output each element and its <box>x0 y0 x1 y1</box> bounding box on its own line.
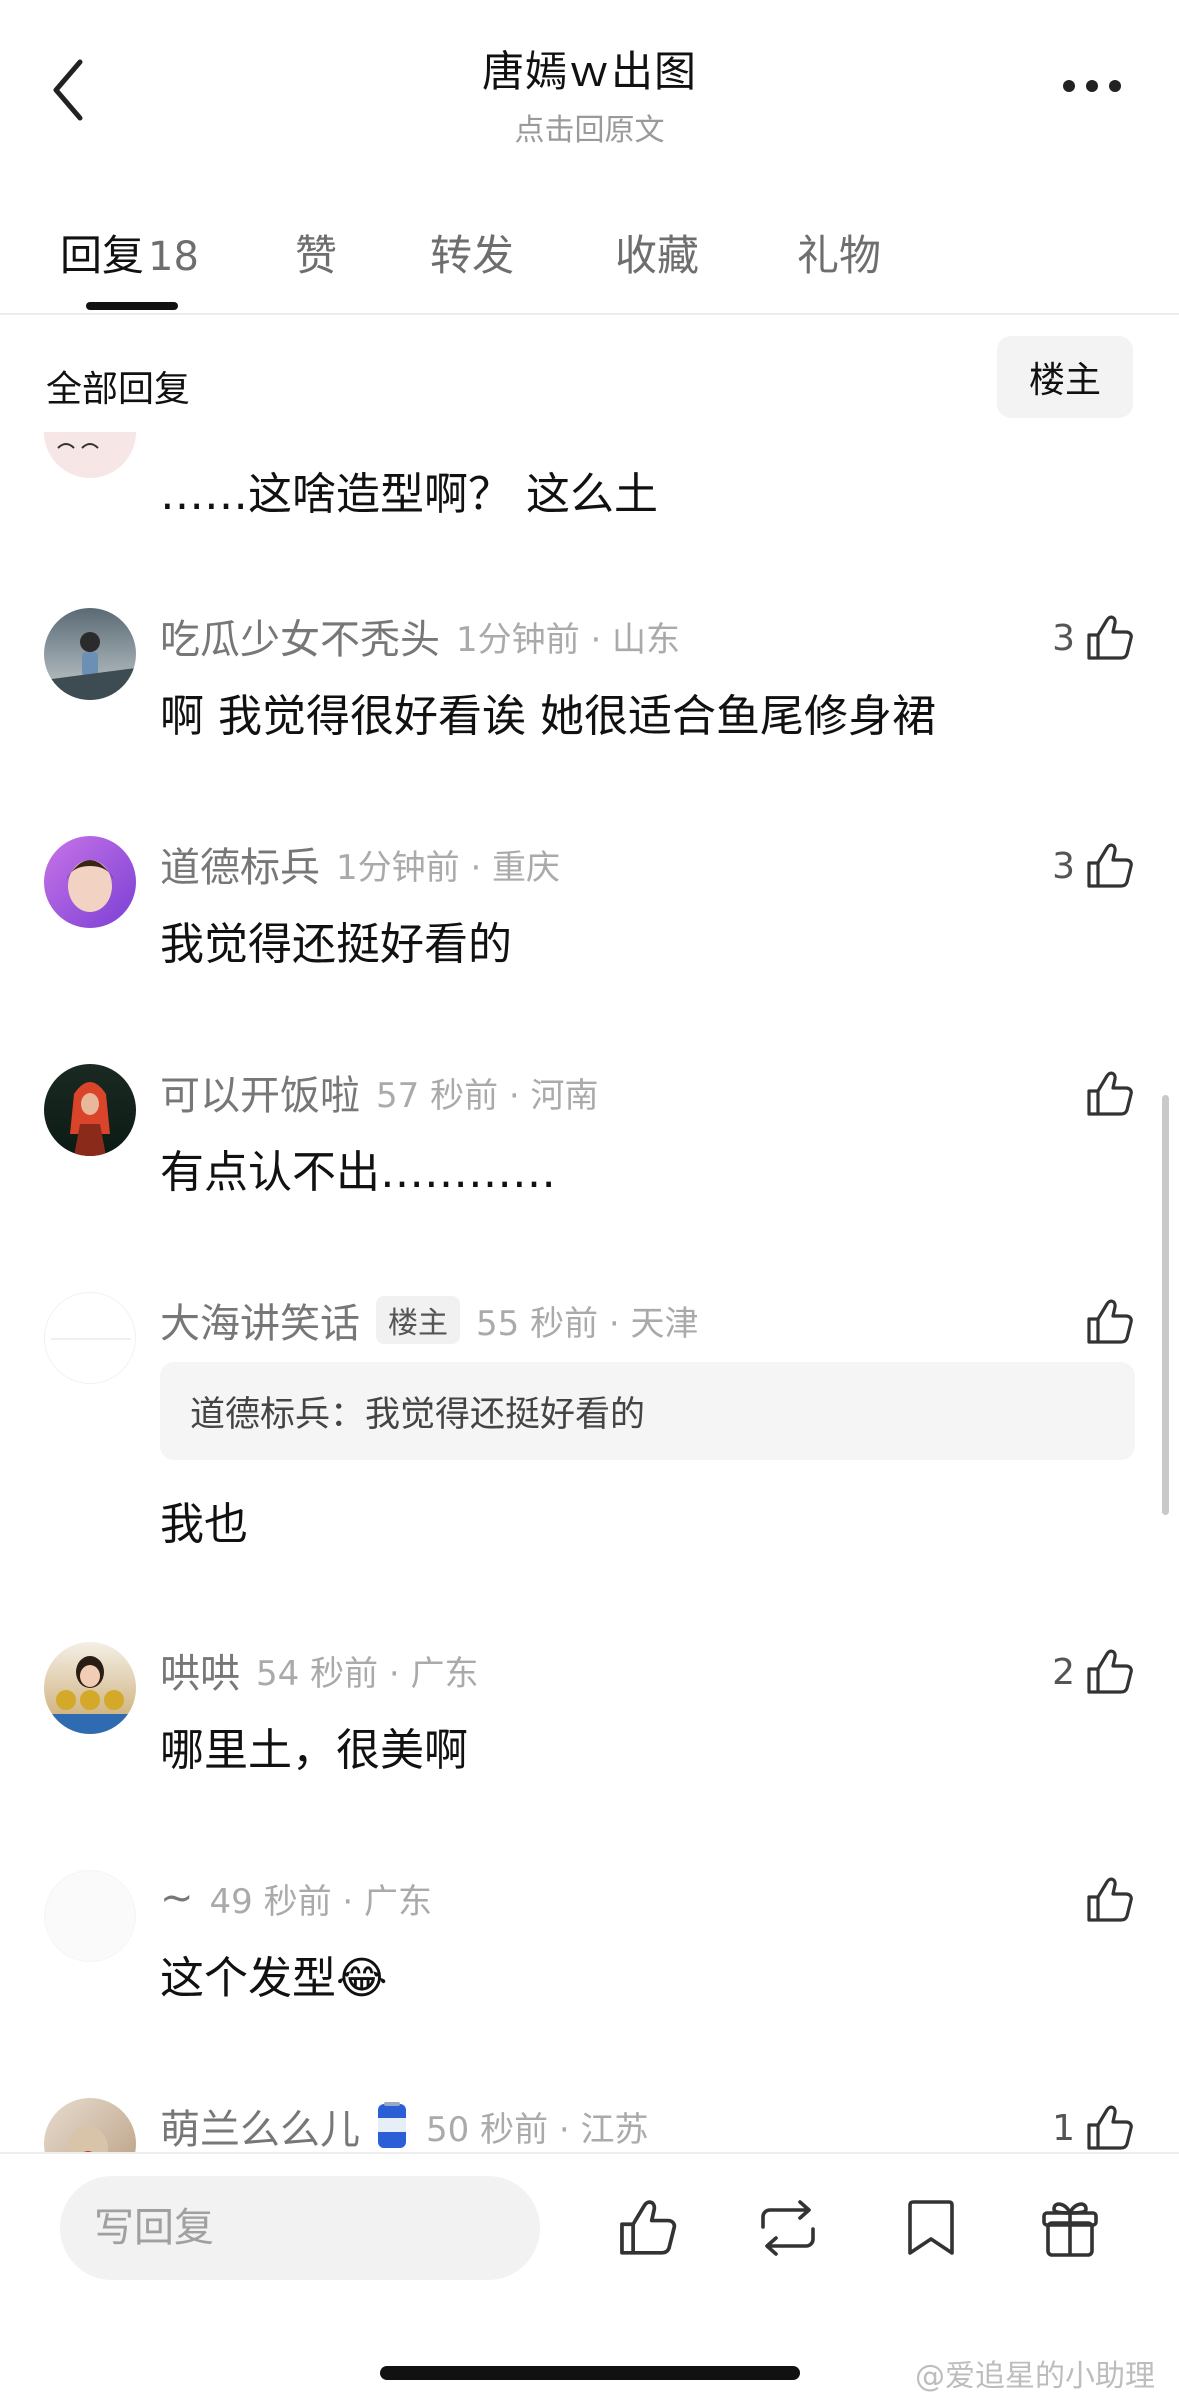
like-button[interactable]: 1 <box>1052 2098 1135 2152</box>
more-options-button[interactable] <box>1057 66 1127 106</box>
comment-text: ……这啥造型啊？ 这么土 <box>160 469 658 520</box>
scrollbar[interactable] <box>1162 1095 1169 1515</box>
thumbs-up-icon <box>1087 1299 1133 1344</box>
gift-icon <box>1042 2202 1098 2257</box>
owner-badge: 楼主 <box>376 1296 460 1344</box>
avatar[interactable] <box>44 432 136 478</box>
timestamp-location: 49 秒前 · 广东 <box>209 1881 433 1922</box>
comment-meta: 大海讲笑话 楼主 55 秒前 · 天津 <box>160 1292 699 1348</box>
can-badge-icon <box>378 2102 406 2148</box>
comment-text: 哪里土，很美啊 <box>160 1725 468 1776</box>
thumbs-up-icon <box>1087 1877 1133 1922</box>
comment-text: 有点认不出………… <box>160 1147 556 1198</box>
comment-text: 这个发型😂 <box>160 1953 388 2004</box>
tab-likes[interactable]: 赞 <box>295 222 337 283</box>
avatar[interactable] <box>44 2098 136 2152</box>
home-indicator[interactable] <box>380 2366 800 2380</box>
repost-button[interactable] <box>752 2192 824 2264</box>
avatar[interactable] <box>44 1642 136 1734</box>
avatar[interactable] <box>44 1064 136 1156</box>
avatar[interactable] <box>44 1292 136 1384</box>
dot-icon <box>1063 80 1075 92</box>
repost-icon <box>761 2200 815 2256</box>
timestamp-location: 1分钟前 · 重庆 <box>336 847 561 888</box>
timestamp-location: 55 秒前 · 天津 <box>476 1303 699 1344</box>
filter-row: 全部回复 楼主 <box>0 336 1179 432</box>
tab-favorites[interactable]: 收藏 <box>615 222 699 283</box>
avatar[interactable] <box>44 836 136 928</box>
timestamp-location: 1分钟前 · 山东 <box>456 619 681 660</box>
page: 唐嫣ｗ出图 点击回原文 回复 18 赞 转发 收藏 礼物 全部回复 楼主 ……这啥… <box>0 0 1179 2402</box>
comment-list[interactable]: ……这啥造型啊？ 这么土 吃瓜少女不秃头 1分钟前 · 山东 3 啊 我觉得很好… <box>0 432 1179 2152</box>
like-button[interactable] <box>1085 1292 1135 1352</box>
comment-meta: 萌兰么么儿 50 秒前 · 江苏 <box>160 2098 649 2152</box>
bookmark-icon <box>908 2200 954 2255</box>
like-button[interactable]: 2 <box>1052 1642 1135 1702</box>
watermark-text: @爱追星的小助理 <box>915 2359 1155 2394</box>
dot-icon <box>1086 80 1098 92</box>
page-title: 唐嫣ｗ出图 <box>481 47 697 96</box>
timestamp-location: 57 秒前 · 河南 <box>376 1075 599 1116</box>
timestamp-location: 50 秒前 · 江苏 <box>426 2109 649 2150</box>
like-count: 3 <box>1052 617 1075 659</box>
tab-reposts[interactable]: 转发 <box>430 222 514 283</box>
like-post-button[interactable] <box>612 2192 684 2264</box>
all-replies-label[interactable]: 全部回复 <box>46 360 190 412</box>
like-count: 1 <box>1052 2107 1075 2149</box>
avatar[interactable] <box>44 1870 136 1962</box>
like-count: 2 <box>1052 1651 1075 1693</box>
username[interactable]: 道德标兵 <box>160 835 320 893</box>
timestamp-location: 54 秒前 · 广东 <box>256 1653 479 1694</box>
tab-gifts[interactable]: 礼物 <box>797 222 881 283</box>
active-tab-indicator <box>86 302 178 310</box>
comment-meta: 道德标兵 1分钟前 · 重庆 <box>160 836 560 892</box>
comment-text: 啊 我觉得很好看诶 她很适合鱼尾修身裙 <box>160 691 936 742</box>
username[interactable]: ~ <box>160 1875 194 1921</box>
reply-input[interactable] <box>60 2176 540 2280</box>
quoted-reply[interactable]: 道德标兵：我觉得还挺好看的 <box>160 1362 1135 1460</box>
like-button[interactable] <box>1085 1064 1135 1124</box>
username[interactable]: 哄哄 <box>160 1641 240 1699</box>
tab-replies[interactable]: 回复 18 <box>60 222 199 283</box>
like-button[interactable] <box>1085 1870 1135 1930</box>
thumbs-up-icon <box>1087 1071 1133 1116</box>
page-subtitle[interactable]: 点击回原文 <box>0 105 1179 149</box>
comment-meta: ~ 49 秒前 · 广东 <box>160 1870 432 1926</box>
username[interactable]: 萌兰么么儿 <box>160 2097 360 2152</box>
thumbs-up-icon <box>1087 843 1133 888</box>
tab-count: 18 <box>148 234 199 280</box>
gift-button[interactable] <box>1034 2192 1106 2264</box>
like-count: 3 <box>1052 845 1075 887</box>
username[interactable]: 可以开饭啦 <box>160 1063 360 1121</box>
comment-text: 我觉得还挺好看的 <box>160 919 512 970</box>
comment-meta: 哄哄 54 秒前 · 广东 <box>160 1642 479 1698</box>
avatar[interactable] <box>44 608 136 700</box>
thumbs-up-icon <box>1087 1649 1133 1694</box>
bookmark-button[interactable] <box>895 2192 967 2264</box>
like-button[interactable]: 3 <box>1052 608 1135 668</box>
dot-icon <box>1109 80 1121 92</box>
bottom-bar: @爱追星的小助理 <box>0 2152 1179 2402</box>
comment-meta: 吃瓜少女不秃头 1分钟前 · 山东 <box>160 608 680 664</box>
like-button[interactable]: 3 <box>1052 836 1135 896</box>
tab-label: 回复 <box>60 231 145 280</box>
like-icon <box>620 2200 677 2255</box>
thumbs-up-icon <box>1087 2105 1133 2150</box>
thumbs-up-icon <box>1087 615 1133 660</box>
username[interactable]: 吃瓜少女不秃头 <box>160 607 440 665</box>
comment-text: 我也 <box>160 1499 248 1550</box>
username[interactable]: 大海讲笑话 <box>160 1291 360 1349</box>
title-area[interactable]: 唐嫣ｗ出图 点击回原文 <box>0 38 1179 149</box>
tab-bar: 回复 18 赞 转发 收藏 礼物 <box>0 210 1179 315</box>
comment-meta: 可以开饭啦 57 秒前 · 河南 <box>160 1064 599 1120</box>
header: 唐嫣ｗ出图 点击回原文 <box>0 0 1179 170</box>
owner-filter-button[interactable]: 楼主 <box>997 336 1133 418</box>
